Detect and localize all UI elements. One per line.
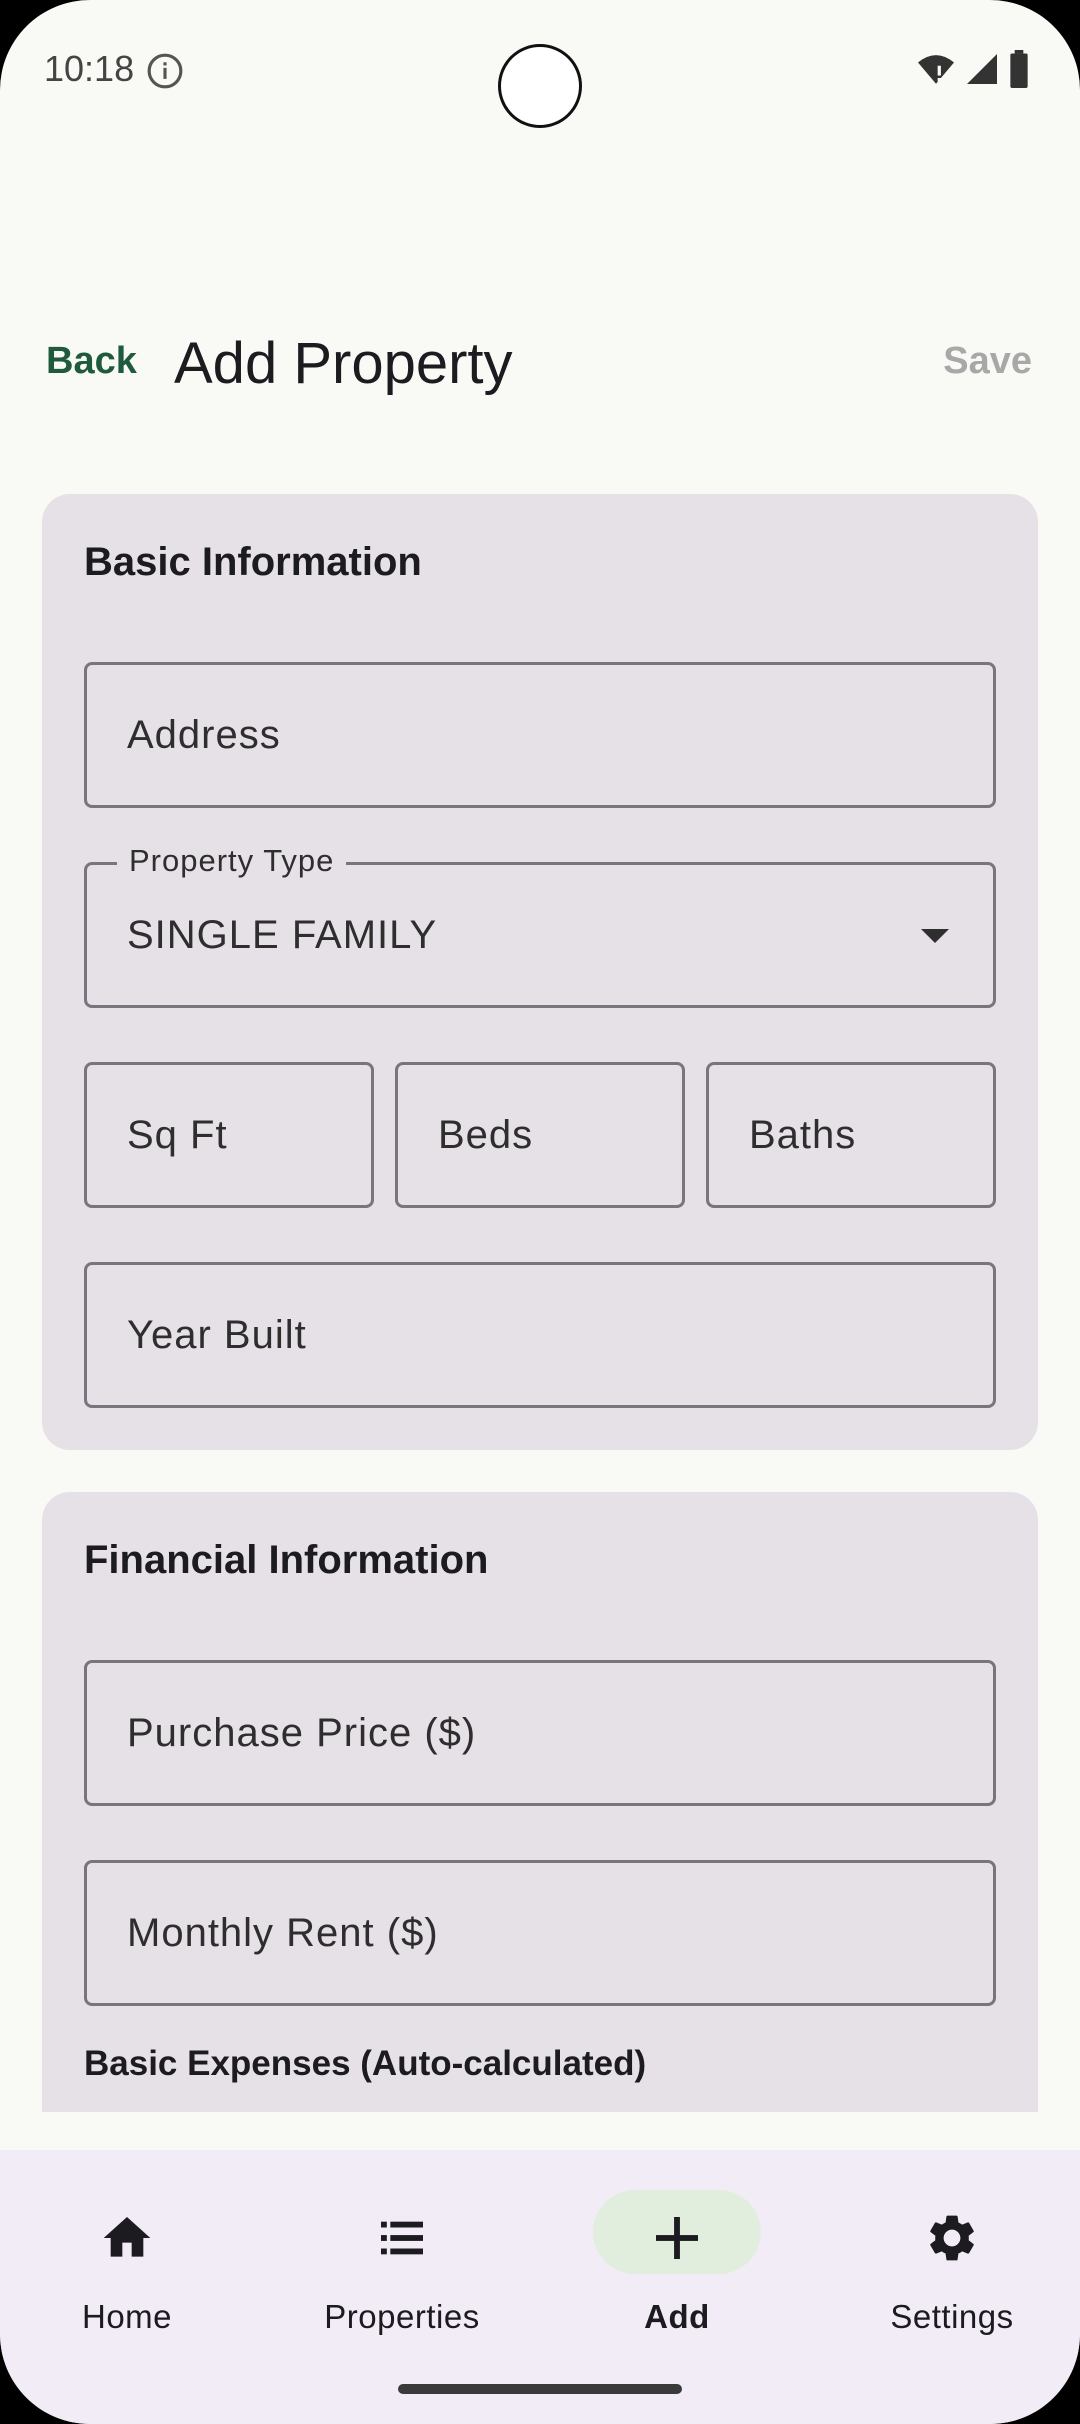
baths-placeholder: Baths [749, 1112, 857, 1157]
bottom-navigation: Home Properties Add Settings [0, 2150, 1080, 2424]
app-screen: 10:18 Back Add Property Save Basic Infor… [0, 0, 1080, 2424]
address-placeholder: Address [127, 712, 281, 757]
dropdown-arrow-icon[interactable] [921, 929, 949, 943]
section-title-basic: Basic Information [84, 540, 422, 584]
nav-item-properties[interactable]: Properties [282, 2190, 522, 2340]
save-button[interactable]: Save [943, 340, 1032, 383]
beds-placeholder: Beds [438, 1112, 534, 1157]
signal-icon [967, 54, 997, 84]
financial-information-card: Financial Information Purchase Price ($)… [42, 1492, 1038, 2112]
sqft-placeholder: Sq Ft [127, 1112, 228, 1157]
beds-field[interactable]: Beds [395, 1062, 685, 1208]
page-title: Add Property [174, 331, 513, 396]
purchase-price-placeholder: Purchase Price ($) [127, 1710, 477, 1755]
nav-label-home: Home [81, 2298, 173, 2335]
baths-field[interactable]: Baths [706, 1062, 996, 1208]
nav-item-add[interactable]: Add [557, 2190, 797, 2340]
year-built-field[interactable]: Year Built [84, 1262, 996, 1408]
address-field[interactable]: Address [84, 662, 996, 808]
section-title-financial: Financial Information [84, 1538, 489, 1582]
battery-icon [1010, 50, 1028, 88]
monthly-rent-field[interactable]: Monthly Rent ($) [84, 1860, 996, 2006]
sqft-field[interactable]: Sq Ft [84, 1062, 374, 1208]
property-type-dropdown[interactable]: Property Type SINGLE FAMILY [84, 843, 996, 1008]
back-button[interactable]: Back [46, 340, 137, 383]
property-type-label: Property Type [117, 843, 347, 879]
home-indicator[interactable] [398, 2384, 682, 2394]
status-bar: 10:18 [0, 0, 1080, 140]
wifi-icon [918, 55, 954, 84]
gear-icon [930, 2215, 974, 2261]
top-app-bar: Back Add Property Save [0, 318, 1080, 418]
nav-item-home[interactable]: Home [7, 2190, 247, 2340]
basic-information-card: Basic Information Address Property Type … [42, 494, 1038, 1450]
year-built-placeholder: Year Built [127, 1312, 307, 1357]
property-type-value: SINGLE FAMILY [127, 912, 438, 957]
nav-label-settings: Settings [890, 2298, 1014, 2335]
status-time: 10:18 [44, 48, 135, 89]
nav-item-settings[interactable]: Settings [832, 2190, 1072, 2340]
home-icon [103, 2217, 151, 2257]
camera-cutout [498, 44, 582, 128]
nav-label-add: Add [644, 2298, 710, 2335]
list-icon [381, 2221, 423, 2255]
monthly-rent-placeholder: Monthly Rent ($) [127, 1910, 439, 1955]
nav-label-properties: Properties [324, 2298, 480, 2335]
plus-icon [656, 2217, 698, 2259]
info-icon [147, 53, 183, 89]
expenses-heading: Basic Expenses (Auto-calculated) [84, 2044, 647, 2083]
purchase-price-field[interactable]: Purchase Price ($) [84, 1660, 996, 1806]
status-icons [916, 50, 1030, 88]
